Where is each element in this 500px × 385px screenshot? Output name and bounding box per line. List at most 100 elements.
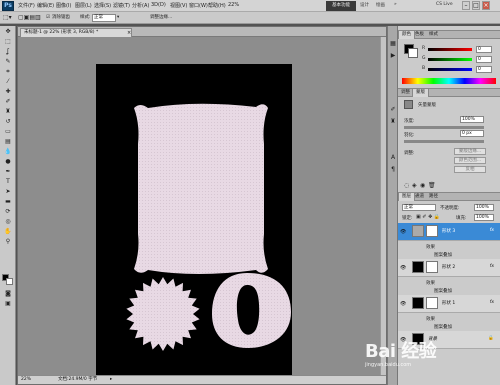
3d-rotate-icon[interactable]: ⟳ xyxy=(3,208,13,216)
screen-mode-icon[interactable]: ▣ xyxy=(3,300,13,308)
move-tool-icon[interactable]: ✥ xyxy=(3,28,13,36)
lock-icons[interactable]: ▣ ✐ ✥ 🔒 xyxy=(416,214,440,220)
history-brush-icon[interactable]: ↺ xyxy=(3,118,13,126)
eraser-tool-icon[interactable]: ▭ xyxy=(3,128,13,136)
pen-tool-icon[interactable]: ✒ xyxy=(3,168,13,176)
eye-icon[interactable]: 👁 xyxy=(400,229,406,235)
pillow-shape[interactable] xyxy=(134,103,268,274)
maximize-icon[interactable]: □ xyxy=(472,1,480,10)
zoom-level[interactable]: 22% xyxy=(228,2,239,8)
style-select[interactable]: 正常 xyxy=(92,14,116,22)
g-slider[interactable] xyxy=(428,58,472,61)
layer-mask-thumbnail[interactable] xyxy=(426,261,438,273)
tool-preset-icon[interactable]: ⬚▾ xyxy=(3,14,12,22)
menu-layer[interactable]: 图层(L) xyxy=(75,2,92,9)
history-panel-icon[interactable]: ▦ xyxy=(389,40,397,48)
fill-field[interactable]: 100% xyxy=(474,214,494,221)
menu-analysis[interactable]: 分析(A) xyxy=(132,2,149,9)
style-dropdown-icon[interactable]: ▾ xyxy=(117,14,119,22)
blur-tool-icon[interactable]: 💧 xyxy=(3,148,13,156)
menu-image[interactable]: 图像(I) xyxy=(56,2,71,9)
document-tab[interactable]: 未标题-1 @ 22% (形状 3, RGB/8) * × xyxy=(20,28,132,37)
toggle-mask-icon[interactable]: ◉ xyxy=(420,182,425,189)
opacity-field[interactable]: 100% xyxy=(474,204,494,211)
invert-button[interactable]: 反相 xyxy=(454,166,486,173)
menu-view[interactable]: 视图(V) xyxy=(170,2,187,9)
workspace-essentials-button[interactable]: 基本功能 xyxy=(326,1,356,11)
layer-mask-thumbnail[interactable] xyxy=(426,297,438,309)
color-spectrum-bar[interactable] xyxy=(402,78,496,84)
workspace-painting[interactable]: 绘画 xyxy=(376,2,385,8)
shape-tool-icon[interactable]: ▬ xyxy=(3,198,13,206)
stamp-tool-icon[interactable]: ♜ xyxy=(3,108,13,116)
hand-tool-icon[interactable]: ✋ xyxy=(3,228,13,236)
type-tool-icon[interactable]: T xyxy=(3,178,13,186)
feather-field[interactable]: 0 px xyxy=(460,130,484,137)
eyedropper-tool-icon[interactable]: ⁄ xyxy=(3,78,13,86)
layer-shape-2[interactable]: 👁 形状 2 fx xyxy=(398,259,500,277)
refine-edge-button[interactable]: 调整边缘... xyxy=(150,14,172,22)
menu-window[interactable]: 窗口(W) xyxy=(189,2,208,9)
path-select-icon[interactable]: ➤ xyxy=(3,188,13,196)
layer-shape-1[interactable]: 👁 形状 1 fx xyxy=(398,295,500,313)
marquee-tool-icon[interactable]: ⬚ xyxy=(3,38,13,46)
dodge-tool-icon[interactable]: ● xyxy=(3,158,13,166)
document-close-icon[interactable]: × xyxy=(127,29,131,37)
tab-styles[interactable]: 样式 xyxy=(426,31,441,39)
letter-o-shape[interactable] xyxy=(212,273,291,348)
workspace-more-icon[interactable]: » xyxy=(394,2,397,7)
layer-mask-thumbnail[interactable] xyxy=(426,225,438,237)
minimize-icon[interactable]: – xyxy=(462,1,470,10)
vertical-scrollbar[interactable] xyxy=(380,37,386,375)
gradient-tool-icon[interactable]: ▤ xyxy=(3,138,13,146)
tab-channels[interactable]: 通道 xyxy=(412,193,427,201)
menu-help[interactable]: 帮助(H) xyxy=(208,2,226,9)
quick-select-tool-icon[interactable]: ✎ xyxy=(3,58,13,66)
r-slider[interactable] xyxy=(428,48,472,51)
density-slider[interactable] xyxy=(404,126,484,129)
brush-tool-icon[interactable]: ✐ xyxy=(3,98,13,106)
clone-panel-icon[interactable]: ♜ xyxy=(389,118,397,126)
menu-select[interactable]: 选择(S) xyxy=(94,2,111,9)
crop-tool-icon[interactable]: ⌗ xyxy=(3,68,13,76)
color-range-button[interactable]: 颜色范围... xyxy=(454,157,486,164)
fx-icon[interactable]: fx xyxy=(490,300,494,305)
quick-mask-icon[interactable]: ◙ xyxy=(3,290,13,298)
anti-alias-checkbox[interactable]: ☑ xyxy=(46,14,50,22)
3d-camera-icon[interactable]: ◎ xyxy=(3,218,13,226)
tab-adjustments[interactable]: 调整 xyxy=(398,89,413,97)
lasso-tool-icon[interactable]: ʆ xyxy=(3,48,13,56)
mask-edge-button[interactable]: 蒙版边缘... xyxy=(454,148,486,155)
b-value-field[interactable]: 0 xyxy=(476,66,492,73)
paragraph-panel-icon[interactable]: ¶ xyxy=(389,166,397,174)
feather-slider[interactable] xyxy=(404,140,484,143)
artboard[interactable] xyxy=(96,64,292,375)
layer-shape-3[interactable]: 👁 形状 3 fx xyxy=(398,223,500,241)
selection-mode-icons[interactable]: ▢▣▤▥ xyxy=(18,14,41,22)
menu-3d[interactable]: 3D(D) xyxy=(151,2,166,8)
eye-icon[interactable]: 👁 xyxy=(400,265,406,271)
load-selection-icon[interactable]: ◌ xyxy=(404,182,409,189)
brush-panel-icon[interactable]: ✐ xyxy=(389,106,397,114)
r-value-field[interactable]: 0 xyxy=(476,46,492,53)
tab-masks[interactable]: 蒙版 xyxy=(412,89,429,97)
density-field[interactable]: 100% xyxy=(460,116,484,123)
g-value-field[interactable]: 0 xyxy=(476,56,492,63)
background-color-swatch[interactable] xyxy=(6,278,13,285)
status-menu-arrow-icon[interactable]: ▸ xyxy=(110,376,112,384)
color-bg-swatch[interactable] xyxy=(408,48,418,58)
status-zoom[interactable]: 22% xyxy=(21,376,31,384)
zoom-tool-icon[interactable]: ⚲ xyxy=(3,238,13,246)
fx-icon[interactable]: fx xyxy=(490,228,494,233)
canvas-area[interactable] xyxy=(18,37,386,375)
tab-swatches[interactable]: 色板 xyxy=(412,31,427,39)
cs-live-button[interactable]: CS Live xyxy=(436,2,453,7)
b-slider[interactable] xyxy=(428,68,472,71)
close-icon[interactable]: × xyxy=(482,1,490,10)
apply-mask-icon[interactable]: ◈ xyxy=(412,182,417,189)
starburst-shape[interactable] xyxy=(126,277,200,351)
menu-file[interactable]: 文件(F) xyxy=(18,2,35,9)
menu-edit[interactable]: 编辑(E) xyxy=(37,2,54,9)
workspace-design[interactable]: 设计 xyxy=(360,2,369,8)
healing-tool-icon[interactable]: ✚ xyxy=(3,88,13,96)
